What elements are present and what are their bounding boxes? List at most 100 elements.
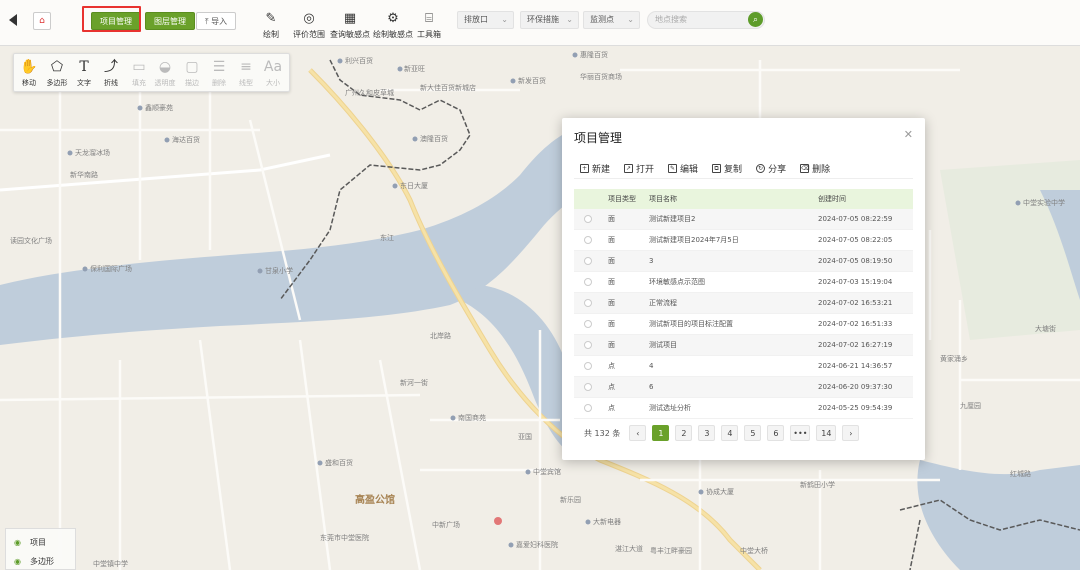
cell-name: 环境敏感点示范图 bbox=[649, 278, 705, 286]
trash-icon: ⌫ bbox=[800, 164, 810, 173]
import-button[interactable]: ⤒ 导入 bbox=[196, 12, 237, 30]
page-button[interactable]: 4 bbox=[721, 425, 739, 441]
chevron-down-icon: ⌄ bbox=[501, 15, 508, 24]
row-radio[interactable] bbox=[584, 362, 592, 370]
row-radio[interactable] bbox=[584, 341, 592, 349]
row-radio[interactable] bbox=[584, 278, 592, 286]
cell-name: 测试选址分析 bbox=[649, 404, 691, 412]
cell-type: 点 bbox=[608, 362, 615, 370]
palette-fill[interactable]: ▭ 填充 bbox=[125, 58, 153, 88]
edit-button[interactable]: ✎ 编辑 bbox=[668, 162, 698, 175]
copy-button[interactable]: ⧉ 复制 bbox=[712, 162, 742, 175]
table-row[interactable]: 点 6 2024-06-20 09:37:30 bbox=[574, 377, 913, 398]
row-radio[interactable] bbox=[584, 383, 592, 391]
column-header: 项目名称 bbox=[649, 195, 677, 203]
page-button[interactable]: 6 bbox=[767, 425, 785, 441]
eye-icon[interactable]: ◉ bbox=[14, 538, 21, 547]
share-button[interactable]: ↻ 分享 bbox=[756, 162, 786, 175]
palette-delete[interactable]: ☰ 删除 bbox=[205, 58, 233, 88]
layer-panel: ◉ 项目 ◉ 多边形 bbox=[5, 528, 76, 570]
delete-icon: ☰ bbox=[212, 59, 226, 75]
open-button[interactable]: ↗ 打开 bbox=[624, 162, 654, 175]
page-button[interactable]: 14 bbox=[816, 425, 837, 441]
tool-eval-range[interactable]: ◎ 评价范围 bbox=[293, 10, 325, 40]
layer-polygon[interactable]: ◉ 多边形 bbox=[14, 556, 54, 567]
row-radio[interactable] bbox=[584, 299, 592, 307]
select-value: 监测点 bbox=[590, 15, 614, 24]
palette-label: 透明度 bbox=[154, 79, 176, 87]
prev-page-button[interactable]: ‹ bbox=[629, 425, 647, 441]
stroke-icon: ▢ bbox=[185, 59, 199, 75]
table-row[interactable]: 点 测试选址分析 2024-05-25 09:54:39 bbox=[574, 398, 913, 419]
layer-project[interactable]: ◉ 项目 bbox=[14, 537, 46, 548]
project-table: 项目类型 项目名称 创建时间 面 测试新建项目2 2024-07-05 08:22:… bbox=[574, 189, 913, 419]
palette-stroke[interactable]: ▢ 描边 bbox=[178, 58, 206, 88]
tool-label: 查询敏感点 bbox=[330, 30, 370, 39]
cell-name: 4 bbox=[649, 362, 654, 370]
palette-polygon[interactable]: ⬠ 多边形 bbox=[43, 58, 71, 88]
palette-font-size[interactable]: Aa 大小 bbox=[259, 58, 287, 88]
project-manage-dialog: 项目管理 ✕ + 新建 ↗ 打开 ✎ 编辑 ⧉ 复制 ↻ 分享 ⌫ 删除 项目类型 项目名称… bbox=[562, 118, 925, 460]
table-row[interactable]: 面 环境敏感点示范图 2024-07-03 15:19:04 bbox=[574, 272, 913, 293]
fill-icon: ▭ bbox=[132, 59, 146, 75]
next-page-button[interactable]: › bbox=[842, 425, 860, 441]
cell-name: 测试新建项目2 bbox=[649, 215, 696, 223]
table-row[interactable]: 面 测试新项目的项目标注配置 2024-07-02 16:51:33 bbox=[574, 314, 913, 335]
cell-type: 面 bbox=[608, 341, 615, 349]
cell-date: 2024-06-21 14:36:57 bbox=[818, 362, 893, 370]
upload-icon: ⤒ bbox=[205, 17, 209, 26]
hand-icon: ✋ bbox=[20, 59, 38, 75]
marker-manage-button[interactable]: 图层管理 bbox=[145, 12, 195, 30]
import-label: 导入 bbox=[211, 17, 228, 26]
select-env-measures[interactable]: 环保措施 ⌄ bbox=[520, 11, 579, 29]
cell-date: 2024-07-02 16:51:33 bbox=[818, 320, 893, 328]
tool-query-sensitive[interactable]: ▦ 查询敏感点 bbox=[330, 10, 370, 40]
eye-icon[interactable]: ◉ bbox=[14, 557, 21, 566]
table-row[interactable]: 面 3 2024-07-05 08:19:50 bbox=[574, 251, 913, 272]
back-arrow-icon[interactable] bbox=[9, 14, 17, 26]
row-radio[interactable] bbox=[584, 236, 592, 244]
row-radio[interactable] bbox=[584, 257, 592, 265]
select-value: 环保措施 bbox=[527, 15, 559, 24]
share-icon: ↻ bbox=[756, 164, 766, 173]
cell-date: 2024-07-03 15:19:04 bbox=[818, 278, 893, 286]
palette-polyline[interactable]: ⤴ 折线 bbox=[97, 58, 125, 88]
column-header: 项目类型 bbox=[608, 195, 636, 203]
table-row[interactable]: 面 正常流程 2024-07-02 16:53:21 bbox=[574, 293, 913, 314]
row-radio-cell bbox=[574, 278, 602, 286]
new-button[interactable]: + 新建 bbox=[580, 162, 610, 175]
palette-opacity[interactable]: ◒ 透明度 bbox=[151, 58, 179, 88]
page-button[interactable]: 5 bbox=[744, 425, 762, 441]
palette-linetype[interactable]: ≡ 线型 bbox=[232, 58, 260, 88]
action-label: 复制 bbox=[724, 165, 743, 175]
page-button[interactable]: 1 bbox=[652, 425, 670, 441]
table-row[interactable]: 面 测试项目 2024-07-02 16:27:19 bbox=[574, 335, 913, 356]
cell-type: 面 bbox=[608, 320, 615, 328]
table-row[interactable]: 面 测试新建项目2 2024-07-05 08:22:59 bbox=[574, 209, 913, 230]
close-icon[interactable]: ✕ bbox=[904, 128, 913, 141]
page-ellipsis[interactable]: ••• bbox=[790, 425, 811, 441]
delete-button[interactable]: ⌫ 删除 bbox=[800, 162, 830, 175]
page-button[interactable]: 3 bbox=[698, 425, 716, 441]
tool-toolbox[interactable]: ⌸ 工具箱 bbox=[417, 10, 441, 40]
table-row[interactable]: 面 测试新建项目2024年7月5日 2024-07-05 08:22:05 bbox=[574, 230, 913, 251]
select-monitor-point[interactable]: 监测点 ⌄ bbox=[583, 11, 640, 29]
home-icon: ⌂ bbox=[39, 16, 45, 26]
row-radio[interactable] bbox=[584, 320, 592, 328]
cell-name: 测试项目 bbox=[649, 341, 677, 349]
page-button[interactable]: 2 bbox=[675, 425, 693, 441]
home-button[interactable]: ⌂ bbox=[33, 12, 51, 30]
tool-draw-sensitive[interactable]: ⚙ 绘制敏感点 bbox=[373, 10, 413, 40]
select-outfall[interactable]: 排放口 ⌄ bbox=[457, 11, 514, 29]
row-radio[interactable] bbox=[584, 404, 592, 412]
action-label: 打开 bbox=[636, 165, 655, 175]
tool-draw[interactable]: ✎ 绘制 bbox=[263, 10, 279, 40]
cell-type: 点 bbox=[608, 383, 615, 391]
drawing-palette: ✋ 移动 ⬠ 多边形 T 文字 ⤴ 折线 ▭ 填充 ◒ 透明度 ▢ 描边 ☰ 删… bbox=[13, 53, 290, 92]
row-radio[interactable] bbox=[584, 215, 592, 223]
palette-text[interactable]: T 文字 bbox=[70, 58, 98, 88]
palette-move[interactable]: ✋ 移动 bbox=[15, 58, 43, 88]
search-icon[interactable]: ⌕ bbox=[748, 12, 763, 27]
cell-type: 点 bbox=[608, 404, 615, 412]
table-row[interactable]: 点 4 2024-06-21 14:36:57 bbox=[574, 356, 913, 377]
